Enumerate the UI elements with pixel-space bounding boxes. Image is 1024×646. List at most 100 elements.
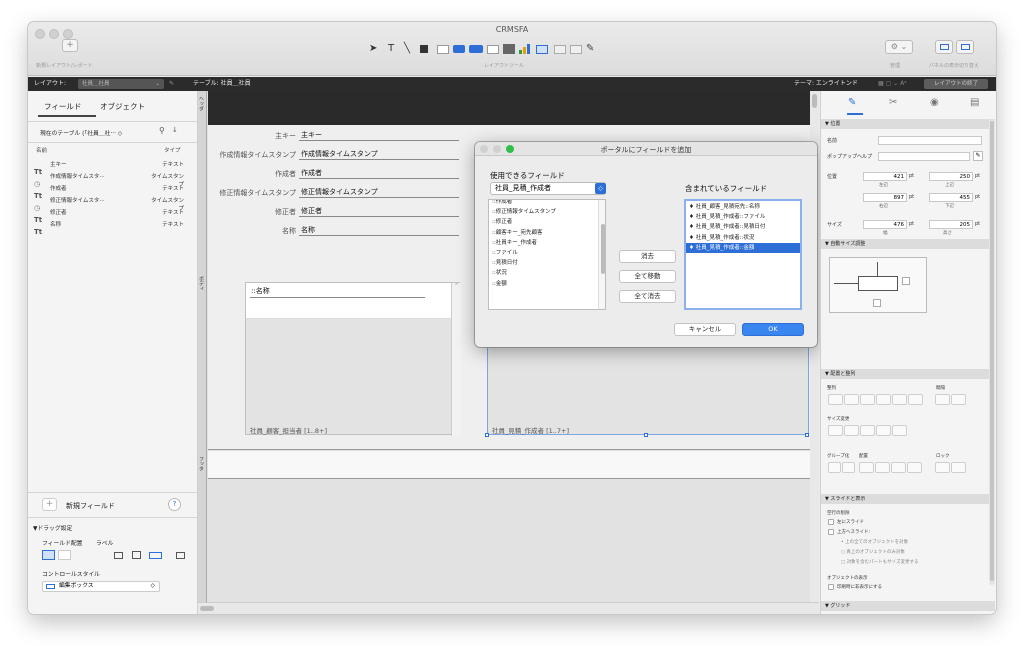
align-button[interactable] xyxy=(844,394,859,405)
tab-fields[interactable]: フィールド xyxy=(44,101,81,112)
included-field-item[interactable]: ♦ 社員_顧客_見積宛先::名称 xyxy=(686,202,800,212)
field-tool-icon[interactable] xyxy=(437,45,449,54)
field-list-name[interactable]: 修正情報タイムスタ··· xyxy=(50,196,105,204)
footer-part[interactable] xyxy=(208,451,819,479)
drag-settings-header[interactable]: ▼ドラッグ設定 xyxy=(33,523,72,532)
layout-select[interactable]: 社員＿社員 ⌄ xyxy=(78,79,164,89)
arrange-section[interactable]: ▼ 配置と整列 xyxy=(821,369,995,379)
lock-button[interactable] xyxy=(951,462,966,473)
field-box[interactable]: 作成情報タイムスタンプ xyxy=(299,149,459,160)
portal-tool-icon[interactable] xyxy=(503,44,515,54)
edit-icon[interactable]: ✎ xyxy=(973,151,983,161)
position-section[interactable]: ▼ 位置 xyxy=(821,119,995,129)
grid-section[interactable]: ▼ グリッド xyxy=(821,601,995,611)
new-layout-button[interactable]: + xyxy=(62,39,78,52)
slide-section[interactable]: ▼ スライドと表示 xyxy=(821,494,995,504)
field-label[interactable]: 修正者 xyxy=(208,207,296,217)
horizontal-scrollbar[interactable] xyxy=(198,602,819,614)
available-field-item[interactable]: ::顧客キー_宛先顧客 xyxy=(489,228,605,238)
width-input[interactable]: 476 xyxy=(863,220,907,229)
distribute-button[interactable] xyxy=(935,394,950,405)
field-list-name[interactable]: 主キー xyxy=(50,160,67,168)
add-field-icon[interactable]: + xyxy=(42,498,57,511)
exit-layout-button[interactable]: レイアウトの終了 xyxy=(924,79,988,89)
line-tool-icon[interactable]: ╲ xyxy=(404,43,410,55)
align-button[interactable] xyxy=(908,394,923,405)
chart-tool-icon[interactable] xyxy=(519,44,531,54)
manage-gear-icon[interactable]: ⚙ ⌄ xyxy=(885,40,913,54)
option-all-above[interactable]: • 上の全てのオブジェクトを対象 xyxy=(841,539,908,545)
button-tool-icon[interactable] xyxy=(453,45,465,53)
tab-control-icon[interactable] xyxy=(487,45,499,54)
available-field-item[interactable]: ::社員キー_作成者 xyxy=(489,238,605,248)
rectangle-tool-icon[interactable] xyxy=(420,45,428,53)
field-box[interactable]: 作成者 xyxy=(299,168,459,179)
text-tool-icon[interactable]: T xyxy=(388,43,394,55)
move-all-button[interactable]: 全て移動 xyxy=(619,270,676,283)
bottom-input[interactable]: 455 xyxy=(929,193,973,202)
print-hide-checkbox[interactable] xyxy=(828,584,834,590)
field-label[interactable]: 作成情報タイムスタンプ xyxy=(208,150,296,160)
field-list-name[interactable]: 修正者 xyxy=(50,208,67,216)
arrange-button[interactable] xyxy=(859,462,874,473)
portal-estimate[interactable]: 社員_見積_作成者 [1..7+] xyxy=(487,346,809,435)
resize-button[interactable] xyxy=(844,425,859,436)
inspector-scrollbar[interactable] xyxy=(989,119,995,585)
body-part-tab[interactable]: ボディ xyxy=(198,276,205,291)
align-button[interactable] xyxy=(876,394,891,405)
new-field-button[interactable]: 新規フィールド xyxy=(66,501,115,511)
resize-button[interactable] xyxy=(892,425,907,436)
included-field-item[interactable]: ♦ 社員_見積_作成者::金額 xyxy=(686,242,800,253)
right-pane-toggle[interactable] xyxy=(956,40,974,54)
footer-part-tab[interactable]: フッタ xyxy=(198,456,205,471)
align-button[interactable] xyxy=(828,394,843,405)
resize-button[interactable] xyxy=(860,425,875,436)
align-button[interactable] xyxy=(860,394,875,405)
available-field-item[interactable]: ::修正者 xyxy=(489,217,605,227)
layout-edit-icon[interactable]: ✎ xyxy=(169,77,174,91)
position-tab-icon[interactable]: ✎ xyxy=(848,97,856,108)
arrange-button[interactable] xyxy=(907,462,922,473)
field-label[interactable]: 修正情報タイムスタンプ xyxy=(208,188,296,198)
field-box[interactable]: 主キー xyxy=(299,130,459,141)
theme-tools-icon[interactable]: ▦ ▢ ⌄ Aᵃ xyxy=(878,77,907,91)
popover-tool-icon[interactable] xyxy=(554,45,566,54)
available-field-item[interactable]: ::修正情報タイムスタンプ xyxy=(489,207,605,217)
arrange-button[interactable] xyxy=(875,462,890,473)
label-right-icon[interactable] xyxy=(176,552,185,559)
field-label[interactable]: 主キー xyxy=(208,131,296,141)
label-top-icon[interactable] xyxy=(132,551,141,559)
current-table-select[interactable]: 現在のテーブル (「社員＿社··· ◇ xyxy=(40,128,122,137)
data-tab-icon[interactable]: ▤ xyxy=(970,97,979,108)
name-input[interactable] xyxy=(878,136,982,145)
field-box[interactable]: 名称 xyxy=(299,225,459,236)
available-field-item[interactable]: ::状況 xyxy=(489,268,605,278)
slide-up-checkbox[interactable] xyxy=(828,529,834,535)
left-input[interactable]: 421 xyxy=(863,172,907,181)
resize-button[interactable] xyxy=(876,425,891,436)
option-resize-part[interactable]: □ 対象を含むパートもサイズ変更する xyxy=(841,559,919,565)
height-input[interactable]: 205 xyxy=(929,220,973,229)
portal-scrollbar[interactable]: ⌃ xyxy=(451,283,461,436)
group-button[interactable] xyxy=(842,462,855,473)
popup-help-input[interactable] xyxy=(878,152,970,161)
slide-control-icon[interactable] xyxy=(570,45,582,54)
field-list-name[interactable]: 名称 xyxy=(50,220,61,228)
portal-customer[interactable]: ::名称 社員_顧客_担当者 [1..8+] ⌃ xyxy=(245,282,461,436)
option-directly-above[interactable]: ○ 真上のオブジェクトのみ対象 xyxy=(841,549,905,555)
clear-all-button[interactable]: 全て消去 xyxy=(619,290,676,303)
tab-objects[interactable]: オブジェクト xyxy=(100,101,145,112)
ok-button[interactable]: OK xyxy=(742,323,804,336)
styles-tab-icon[interactable]: ✂ xyxy=(889,97,897,108)
table-select[interactable]: 社員_見積_作成者 ◇ xyxy=(490,182,606,195)
portal-field-name[interactable]: ::名称 xyxy=(251,286,270,296)
right-input[interactable]: 897 xyxy=(863,193,907,202)
cancel-button[interactable]: キャンセル xyxy=(674,323,736,336)
field-label[interactable]: 名称 xyxy=(208,226,296,236)
included-field-item[interactable]: ♦ 社員_見積_作成者::状況 xyxy=(686,233,800,243)
available-field-item[interactable]: ::見積日付 xyxy=(489,258,605,268)
sort-icon[interactable]: ↓ xyxy=(172,126,178,134)
pointer-tool-icon[interactable]: ➤ xyxy=(369,43,377,55)
appearance-tab-icon[interactable]: ◉ xyxy=(930,97,939,108)
button-bar-tool-icon[interactable] xyxy=(469,45,483,53)
